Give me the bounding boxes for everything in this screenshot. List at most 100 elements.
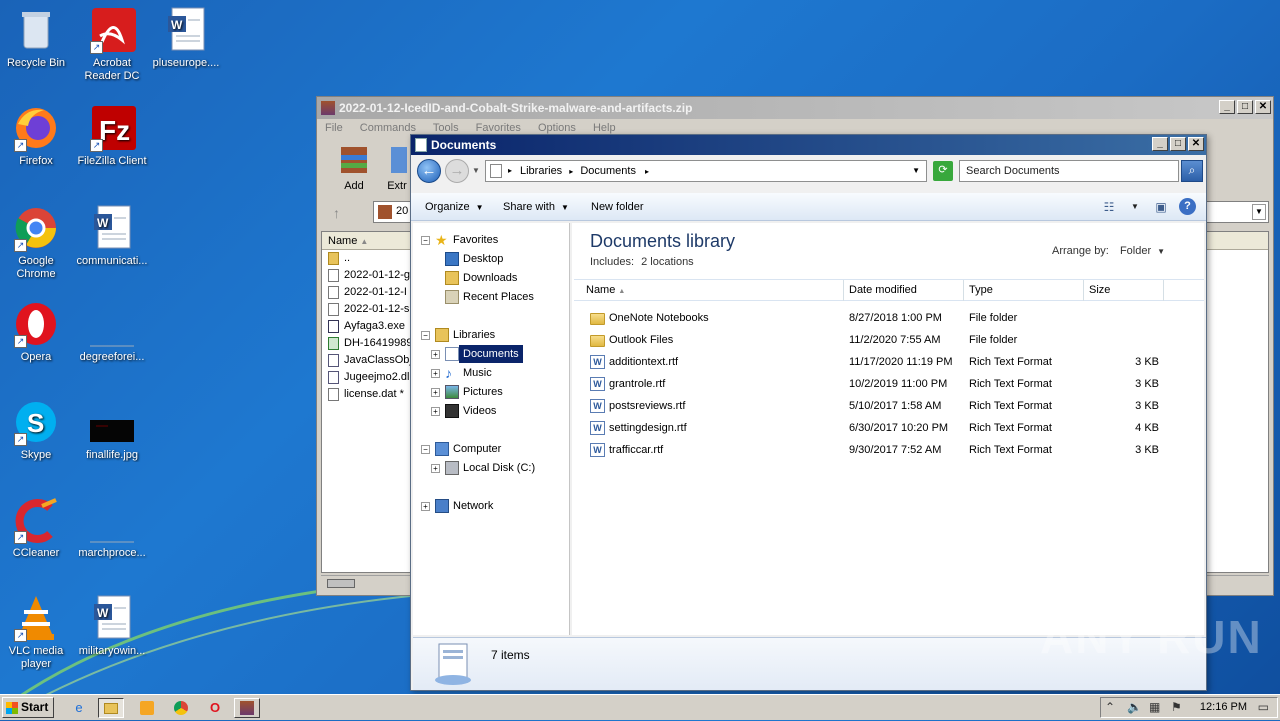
- table-row[interactable]: W additiontext.rtf 11/17/2020 11:19 PM R…: [574, 351, 1204, 373]
- desktop-icon-degreeforei[interactable]: degreeforei...: [74, 300, 150, 364]
- file-content-pane[interactable]: Documents library Includes: 2 locations …: [572, 223, 1204, 635]
- maximize-button[interactable]: □: [1170, 137, 1186, 151]
- table-row[interactable]: Outlook Files 11/2/2020 7:55 AM File fol…: [574, 329, 1204, 351]
- collapse-icon[interactable]: −: [421, 236, 430, 245]
- recent-pages-dropdown-icon[interactable]: ▼: [472, 166, 480, 175]
- clock[interactable]: 12:16 PM: [1200, 698, 1247, 717]
- shortcut-arrow-icon: ↗: [14, 629, 27, 642]
- table-row[interactable]: W settingdesign.rtf 6/30/2017 10:20 PM R…: [574, 417, 1204, 439]
- action-center-flag-icon[interactable]: ⚑: [1171, 698, 1182, 717]
- view-options-icon[interactable]: ☷: [1101, 199, 1117, 215]
- table-row[interactable]: OneNote Notebooks 8/27/2018 1:00 PM File…: [574, 307, 1204, 329]
- close-button[interactable]: ✕: [1255, 100, 1271, 114]
- winrar-title: 2022-01-12-IcedID-and-Cobalt-Strike-malw…: [339, 101, 693, 115]
- desktop-icon-filezilla[interactable]: Fz ↗ FileZilla Client: [74, 104, 150, 168]
- close-button[interactable]: ✕: [1188, 137, 1204, 151]
- show-hidden-icons[interactable]: ⌃: [1105, 698, 1115, 717]
- column-name[interactable]: Name ▲: [574, 280, 844, 301]
- media-player-taskbar-icon[interactable]: [134, 698, 160, 718]
- expand-icon[interactable]: +: [431, 407, 440, 416]
- breadcrumb-arrow-icon[interactable]: ▸: [645, 167, 649, 176]
- desktop-icon-acrobat[interactable]: ↗ Acrobat Reader DC: [74, 6, 150, 83]
- start-button[interactable]: Start: [2, 697, 54, 718]
- refresh-button[interactable]: ⟳: [933, 161, 953, 181]
- desktop-icon-skype[interactable]: S ↗ Skype: [0, 398, 74, 462]
- search-icon[interactable]: ⌕: [1181, 160, 1203, 182]
- network-tray-icon[interactable]: ▦: [1149, 698, 1160, 717]
- desktop-icon-marchproce[interactable]: marchproce...: [74, 496, 150, 560]
- winrar-taskbar-icon[interactable]: [234, 698, 260, 718]
- documents-library-icon: [445, 347, 459, 361]
- arrange-by-dropdown[interactable]: Folder ▼: [1120, 245, 1165, 257]
- column-size[interactable]: Size: [1084, 280, 1164, 301]
- expand-icon[interactable]: +: [431, 350, 440, 359]
- menu-tools[interactable]: Tools: [433, 122, 459, 134]
- table-row[interactable]: W postsreviews.rtf 5/10/2017 1:58 AM Ric…: [574, 395, 1204, 417]
- nav-documents[interactable]: + Documents: [431, 345, 568, 363]
- dropdown-arrow-icon[interactable]: ▼: [1252, 204, 1266, 220]
- new-folder-button[interactable]: New folder: [591, 193, 644, 221]
- address-dropdown-icon[interactable]: ▼: [912, 161, 920, 181]
- rtf-file-icon: W: [590, 377, 605, 391]
- column-date-modified[interactable]: Date modified: [844, 280, 964, 301]
- desktop-icon-militaryowin[interactable]: W militaryowin...: [74, 594, 150, 658]
- add-button[interactable]: Add: [337, 143, 371, 192]
- back-button[interactable]: ←: [417, 159, 441, 183]
- maximize-button[interactable]: □: [1237, 100, 1253, 114]
- menu-commands[interactable]: Commands: [360, 122, 416, 134]
- opera-taskbar-icon[interactable]: O: [202, 698, 228, 718]
- desktop-icon-communicati[interactable]: W communicati...: [74, 204, 150, 268]
- chrome-taskbar-icon[interactable]: [168, 698, 194, 718]
- explorer-titlebar[interactable]: Documents _ □ ✕: [411, 135, 1206, 155]
- desktop-icon-finallife[interactable]: finallife.jpg: [74, 398, 150, 462]
- search-input[interactable]: Search Documents: [959, 160, 1179, 182]
- shortcut-arrow-icon: ↗: [90, 41, 103, 54]
- minimize-button[interactable]: _: [1219, 100, 1235, 114]
- table-row[interactable]: W grantrole.rtf 10/2/2019 11:00 PM Rich …: [574, 373, 1204, 395]
- breadcrumb-documents[interactable]: Documents: [580, 165, 636, 177]
- desktop-icon-ccleaner[interactable]: ↗ CCleaner: [0, 496, 74, 560]
- preview-pane-icon[interactable]: ▣: [1153, 199, 1169, 215]
- table-row[interactable]: W trafficcar.rtf 9/30/2017 7:52 AM Rich …: [574, 439, 1204, 461]
- address-bar[interactable]: ▸ Libraries ▸ Documents ▸ ▼: [485, 160, 927, 182]
- ie-taskbar-icon[interactable]: e: [66, 698, 92, 718]
- expand-icon[interactable]: +: [431, 369, 440, 378]
- menu-file[interactable]: File: [325, 122, 343, 134]
- expand-icon[interactable]: +: [431, 464, 440, 473]
- explorer-window[interactable]: Documents _ □ ✕ ← → ▼ ▸ Libraries ▸ Docu…: [410, 134, 1207, 691]
- menu-help[interactable]: Help: [593, 122, 616, 134]
- navigation-pane[interactable]: − ★ Favorites Desktop Downloads Recent P…: [413, 223, 570, 635]
- organize-button[interactable]: Organize ▼: [425, 193, 484, 222]
- help-icon[interactable]: ?: [1179, 198, 1196, 215]
- expand-icon[interactable]: +: [421, 502, 430, 511]
- view-dropdown-icon[interactable]: ▼: [1127, 199, 1143, 215]
- share-with-button[interactable]: Share with ▼: [503, 193, 569, 222]
- collapse-icon[interactable]: −: [421, 445, 430, 454]
- collapse-icon[interactable]: −: [421, 331, 430, 340]
- up-arrow-icon[interactable]: ↑: [333, 205, 340, 221]
- forward-button[interactable]: →: [445, 159, 469, 183]
- locations-link[interactable]: 2 locations: [641, 256, 694, 268]
- breadcrumb-arrow-icon[interactable]: ▸: [508, 161, 512, 181]
- minimize-button[interactable]: _: [1152, 137, 1168, 151]
- winrar-titlebar[interactable]: 2022-01-12-IcedID-and-Cobalt-Strike-malw…: [317, 97, 1273, 119]
- network-icon: [435, 499, 449, 513]
- desktop-icon-pluseurope[interactable]: W pluseurope....: [148, 6, 224, 70]
- desktop-icon-recycle-bin[interactable]: Recycle Bin: [0, 6, 74, 70]
- expand-icon[interactable]: +: [431, 388, 440, 397]
- shortcut-arrow-icon: ↗: [14, 239, 27, 252]
- desktop-icon-vlc[interactable]: ↗ VLC media player: [0, 594, 74, 671]
- desktop-icon-opera[interactable]: ↗ Opera: [0, 300, 74, 364]
- menu-favorites[interactable]: Favorites: [476, 122, 521, 134]
- dropdown-arrow-icon: ▼: [1157, 247, 1166, 256]
- breadcrumb-libraries[interactable]: Libraries: [520, 165, 562, 177]
- menu-options[interactable]: Options: [538, 122, 576, 134]
- volume-icon[interactable]: 🔈: [1127, 698, 1142, 717]
- desktop-icon-chrome[interactable]: ↗ Google Chrome: [0, 204, 74, 281]
- desktop-icon-firefox[interactable]: ↗ Firefox: [0, 104, 74, 168]
- extract-button[interactable]: Extr: [387, 143, 407, 192]
- column-type[interactable]: Type: [964, 280, 1084, 301]
- breadcrumb-arrow-icon[interactable]: ▸: [569, 167, 573, 176]
- explorer-taskbar-icon[interactable]: [98, 698, 124, 718]
- show-desktop-icon[interactable]: ▭: [1258, 698, 1269, 717]
